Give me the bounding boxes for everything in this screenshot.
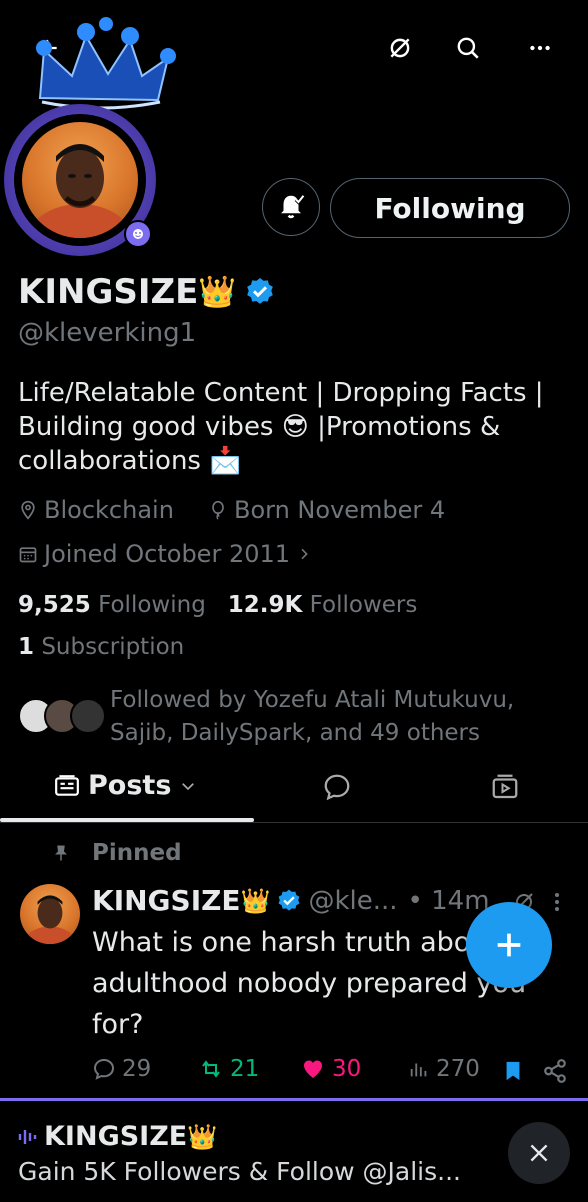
followers-link[interactable]: 12.9K Followers [228, 592, 418, 618]
tab-replies[interactable] [322, 772, 352, 802]
post-avatar[interactable] [20, 884, 80, 944]
calendar-icon [19, 547, 37, 563]
views-count: 270 [436, 1056, 480, 1082]
tab-posts[interactable]: Posts [54, 770, 197, 801]
bookmark-icon [506, 1061, 520, 1081]
subscription-link[interactable]: 1 Subscription [18, 634, 184, 660]
reply-bubble-icon [324, 774, 350, 801]
subscription-count: 1 [18, 634, 35, 660]
location-text: Blockchain [44, 496, 174, 524]
crown-decoration [30, 14, 180, 114]
search-button[interactable] [448, 28, 488, 68]
followers-count: 12.9K [227, 592, 303, 618]
spaces-button[interactable] [380, 28, 420, 68]
space-badge-icon [124, 220, 152, 248]
like-count: 30 [332, 1056, 362, 1082]
post-handle: @kle... [308, 885, 398, 916]
heart-icon [304, 1060, 322, 1078]
joined-text: Joined October 2011 [44, 540, 291, 568]
following-button[interactable]: Following [330, 178, 570, 238]
notifications-button[interactable] [262, 178, 320, 236]
repost-icon [202, 1060, 220, 1078]
views-action[interactable]: 270 [408, 1056, 480, 1082]
post-more-button[interactable] [550, 890, 564, 914]
pinned-label: Pinned [52, 840, 182, 866]
post-time: • 14m [407, 885, 490, 916]
profile-name: KINGSIZE 👑 [18, 272, 276, 312]
pin-icon [55, 845, 67, 861]
share-button[interactable] [542, 1058, 568, 1084]
meta-joined[interactable]: Joined October 2011 [18, 540, 312, 568]
reply-action[interactable]: 29 [92, 1056, 151, 1082]
avatar[interactable] [22, 122, 138, 238]
bell-check-icon [281, 194, 305, 219]
display-name: KINGSIZE [18, 272, 199, 312]
profile-bio: Life/Relatable Content | Dropping Facts … [18, 378, 544, 476]
meta-birthday: Born November 4 [208, 496, 445, 524]
like-action[interactable]: 30 [300, 1056, 361, 1082]
share-icon [544, 1059, 566, 1083]
subscription-label: Subscription [41, 634, 185, 660]
audio-wave-icon [18, 1129, 37, 1144]
space-title: Gain 5K Followers & Follow @Jalis... [18, 1157, 461, 1186]
crown-emoji: 👑 [240, 886, 271, 915]
more-button[interactable] [520, 28, 560, 68]
reply-icon [93, 1058, 115, 1080]
repost-count: 21 [230, 1056, 260, 1082]
profile-tabs: Posts [0, 760, 588, 823]
pinned-text: Pinned [92, 840, 182, 866]
crown-emoji: 👑 [198, 274, 237, 310]
chevron-right-icon [301, 548, 308, 560]
follow-stats: 9,525 Following 12.9K Followers [18, 592, 417, 618]
repost-action[interactable]: 21 [198, 1056, 259, 1082]
close-icon [530, 1144, 548, 1162]
space-dock[interactable]: KINGSIZE 👑 Gain 5K Followers & Follow @Ja… [0, 1098, 588, 1202]
more-vertical-icon [555, 893, 559, 911]
following-link[interactable]: 9,525 Following [18, 592, 206, 618]
birthday-text: Born November 4 [234, 496, 446, 524]
followed-by-text[interactable]: Followed by Yozefu Atali Mutukuvu, Sajib… [110, 684, 570, 750]
followed-by-avatars [18, 698, 106, 734]
tab-posts-label: Posts [88, 770, 172, 801]
follower-avatar [70, 698, 106, 734]
crown-emoji: 👑 [187, 1122, 218, 1151]
following-count: 9,525 [18, 592, 91, 618]
video-icon [492, 774, 518, 799]
active-tab-indicator [0, 818, 254, 822]
plus-icon [497, 933, 521, 957]
tab-media[interactable] [490, 772, 520, 802]
views-icon [410, 1063, 427, 1077]
verified-badge-icon [279, 889, 300, 911]
spaces-icon [390, 38, 410, 58]
profile-handle: @kleverking1 [18, 318, 197, 348]
space-host: KINGSIZE 👑 [18, 1121, 218, 1152]
search-icon [457, 37, 479, 59]
post-author[interactable]: KINGSIZE [92, 884, 241, 917]
more-icon [530, 45, 550, 51]
space-close-button[interactable] [508, 1122, 570, 1184]
verified-badge-icon [247, 278, 274, 304]
location-pin-icon [21, 500, 35, 520]
space-host-name: KINGSIZE [44, 1121, 188, 1152]
bookmark-button[interactable] [502, 1058, 524, 1084]
followers-label: Followers [309, 592, 418, 618]
balloon-icon [212, 500, 224, 520]
following-label: Following [98, 592, 206, 618]
posts-icon [55, 774, 79, 796]
meta-location: Blockchain [18, 496, 174, 524]
reply-count: 29 [122, 1056, 152, 1082]
compose-button[interactable] [466, 902, 552, 988]
chevron-down-icon [182, 782, 195, 790]
